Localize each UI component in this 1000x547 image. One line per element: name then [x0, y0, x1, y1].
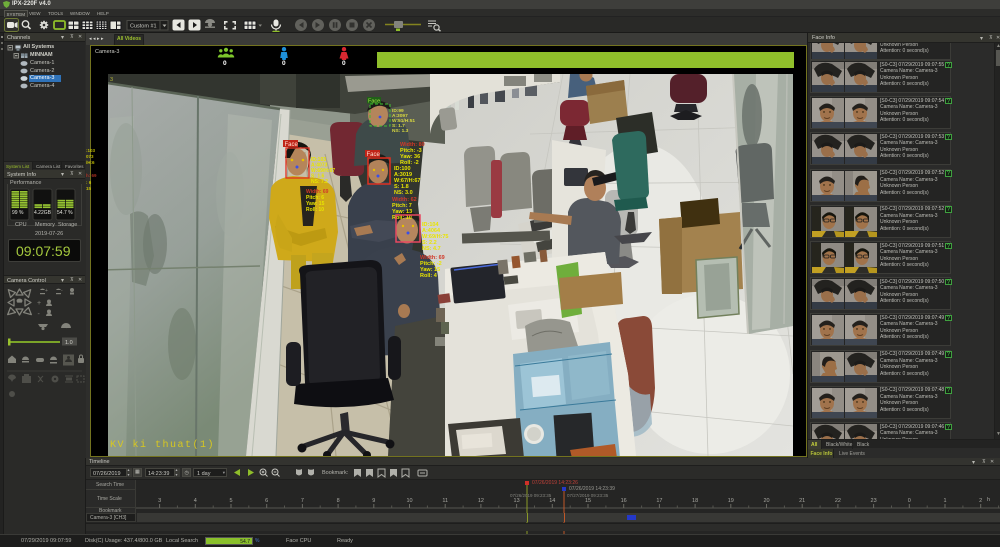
- svg-text:KV ki thuat(1): KV ki thuat(1): [110, 439, 215, 451]
- svg-text:NS: 3.0: NS: 3.0: [394, 190, 413, 196]
- svg-text:NS: 7.2: NS: 7.2: [311, 179, 328, 185]
- svg-text:Face: Face: [367, 152, 381, 158]
- svg-text:+: +: [45, 288, 48, 294]
- svg-text:+: +: [37, 300, 41, 307]
- svg-text:Roll: 4: Roll: 4: [420, 273, 438, 279]
- svg-text:1.0: 1.0: [65, 340, 73, 346]
- svg-text:-: -: [38, 311, 41, 318]
- svg-text:NS: 1.3: NS: 1.3: [392, 128, 409, 134]
- svg-text:-: -: [61, 288, 63, 294]
- svg-text:Face: Face: [368, 99, 380, 105]
- svg-text:Roll: 10: Roll: 10: [306, 207, 324, 213]
- svg-text:Roll: 10: Roll: 10: [392, 215, 412, 221]
- svg-text:Face: Face: [285, 142, 299, 148]
- svg-text:Custom #1: Custom #1: [130, 24, 157, 30]
- svg-text:NS: 4.7: NS: 4.7: [422, 246, 441, 252]
- svg-text:3: 3: [110, 77, 113, 83]
